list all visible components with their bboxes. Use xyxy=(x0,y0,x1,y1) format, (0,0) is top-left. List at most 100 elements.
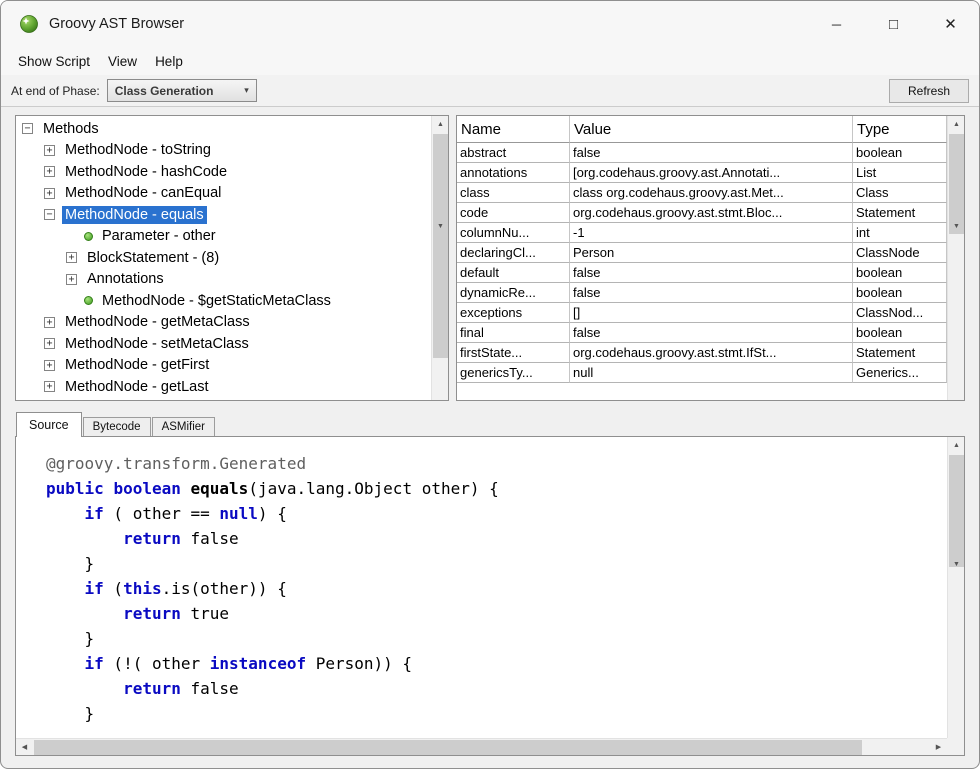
leaf-node-icon xyxy=(84,232,93,241)
tree-node-parameter-other[interactable]: Parameter - other xyxy=(16,226,431,248)
table-cell: boolean xyxy=(853,323,947,343)
column-header-value[interactable]: Value xyxy=(570,116,853,143)
tree-node-methodnode-getlast[interactable]: +MethodNode - getLast xyxy=(16,376,431,398)
source-hscrollbar-thumb[interactable] xyxy=(34,740,862,755)
table-cell: declaringCl... xyxy=(457,243,570,263)
table-row[interactable]: defaultfalseboolean xyxy=(457,263,947,283)
tree-node-annotations[interactable]: + Annotations xyxy=(16,269,431,291)
toolbar: At end of Phase: Class Generation ▾ Refr… xyxy=(1,75,979,107)
minimize-button[interactable]: ─ xyxy=(808,1,865,47)
tree-node-label: Annotations xyxy=(84,270,167,288)
tree-node-methodnode-setmetaclass[interactable]: + MethodNode - setMetaClass xyxy=(16,333,431,355)
code-line: @groovy.transform.Generated xyxy=(46,451,947,476)
table-cell: genericsTy... xyxy=(457,363,570,383)
tree-node-methodnode-canequal[interactable]: +MethodNode - canEqual xyxy=(16,183,431,205)
table-cell: int xyxy=(853,223,947,243)
scroll-down-icon: ▼ xyxy=(953,223,960,230)
tree-node-methodnode-tostring[interactable]: + MethodNode - toString xyxy=(16,140,431,162)
table-cell: boolean xyxy=(853,283,947,303)
collapse-icon[interactable]: − xyxy=(44,209,55,220)
expand-icon[interactable]: + xyxy=(44,166,55,177)
expand-icon[interactable]: + xyxy=(44,360,55,371)
title-bar[interactable]: Groovy AST Browser ─ □ ✕ xyxy=(1,1,979,47)
scroll-left-icon: ◀ xyxy=(22,744,27,751)
table-cell: false xyxy=(570,263,853,283)
table-cell: abstract xyxy=(457,143,570,163)
main-area: −Methods+MethodNode - toString+MethodNod… xyxy=(1,107,979,768)
menu-show-script[interactable]: Show Script xyxy=(9,50,99,73)
tree-node-blockstatement-8[interactable]: +BlockStatement - (8) xyxy=(16,247,431,269)
table-cell: false xyxy=(570,283,853,303)
table-row[interactable]: genericsTy...nullGenerics... xyxy=(457,363,947,383)
tree-vertical-scrollbar[interactable]: ▲ ▼ xyxy=(431,116,448,400)
table-row[interactable]: abstractfalseboolean xyxy=(457,143,947,163)
scroll-down-button[interactable]: ▼ xyxy=(948,115,965,400)
table-row[interactable]: firstState...org.codehaus.groovy.ast.stm… xyxy=(457,343,947,363)
expand-icon[interactable]: + xyxy=(66,252,77,263)
tree-node-label: MethodNode - setMetaClass xyxy=(62,335,252,353)
tree-node-methods[interactable]: −Methods xyxy=(16,118,431,140)
table-cell: List xyxy=(853,163,947,183)
tree-node-methodnode-hashcode[interactable]: + MethodNode - hashCode xyxy=(16,161,431,183)
phase-combobox[interactable]: Class Generation ▾ xyxy=(107,79,257,102)
table-row[interactable]: codeorg.codehaus.groovy.ast.stmt.Bloc...… xyxy=(457,203,947,223)
table-row[interactable]: dynamicRe...falseboolean xyxy=(457,283,947,303)
tab-source[interactable]: Source xyxy=(16,412,82,437)
code-line: } xyxy=(46,626,947,651)
scroll-down-button[interactable]: ▼ xyxy=(432,115,449,400)
table-cell: false xyxy=(570,323,853,343)
table-row[interactable]: declaringCl...PersonClassNode xyxy=(457,243,947,263)
table-cell: Statement xyxy=(853,203,947,223)
table-cell: Generics... xyxy=(853,363,947,383)
table-header: NameValueType xyxy=(457,116,947,143)
table-row[interactable]: annotations[org.codehaus.groovy.ast.Anno… xyxy=(457,163,947,183)
table-row[interactable]: exceptions[]ClassNod... xyxy=(457,303,947,323)
bottom-pane: SourceBytecodeASMifier @groovy.transform… xyxy=(15,409,965,756)
table-vertical-scrollbar[interactable]: ▲ ▼ xyxy=(947,116,964,400)
collapse-icon[interactable]: − xyxy=(22,123,33,134)
expand-icon[interactable]: + xyxy=(44,317,55,328)
table-row[interactable]: columnNu...-1int xyxy=(457,223,947,243)
menu-view[interactable]: View xyxy=(99,50,146,73)
tree-node-methodnode-equals[interactable]: −MethodNode - equals xyxy=(16,204,431,226)
tree-node-label: MethodNode - toString xyxy=(62,141,214,159)
code-line: } xyxy=(46,701,947,726)
tab-asmifier[interactable]: ASMifier xyxy=(152,417,215,436)
scrollbar-corner xyxy=(947,738,964,755)
expand-icon[interactable]: + xyxy=(44,145,55,156)
expand-icon[interactable]: + xyxy=(44,381,55,392)
expand-icon[interactable]: + xyxy=(44,188,55,199)
tab-bytecode[interactable]: Bytecode xyxy=(83,417,151,436)
table-cell: Statement xyxy=(853,343,947,363)
source-horizontal-scrollbar[interactable]: ◀ ▶ xyxy=(16,738,947,755)
scroll-down-icon: ▼ xyxy=(437,223,444,230)
tree-node-label: MethodNode - hashCode xyxy=(62,163,230,181)
table-cell: default xyxy=(457,263,570,283)
menu-bar: Show ScriptViewHelp xyxy=(1,47,979,75)
table-cell: exceptions xyxy=(457,303,570,323)
code-line: if ( other == null) { xyxy=(46,501,947,526)
tree-node-label: MethodNode - equals xyxy=(62,206,207,224)
source-vertical-scrollbar[interactable]: ▲ ▼ xyxy=(947,437,964,738)
menu-help[interactable]: Help xyxy=(146,50,192,73)
leaf-node-icon xyxy=(84,296,93,305)
maximize-button[interactable]: □ xyxy=(865,1,922,47)
scroll-down-button[interactable]: ▼ xyxy=(948,436,965,738)
scroll-left-button[interactable]: ◀ xyxy=(16,739,33,756)
table-row[interactable]: classclass org.codehaus.groovy.ast.Met..… xyxy=(457,183,947,203)
scroll-right-button[interactable]: ▶ xyxy=(930,739,947,756)
tree-node-label: MethodNode - getMetaClass xyxy=(62,313,253,331)
table-row[interactable]: finalfalseboolean xyxy=(457,323,947,343)
column-header-name[interactable]: Name xyxy=(457,116,570,143)
expand-icon[interactable]: + xyxy=(44,338,55,349)
refresh-button[interactable]: Refresh xyxy=(889,79,969,103)
code-line: return true xyxy=(46,601,947,626)
close-button[interactable]: ✕ xyxy=(922,1,979,47)
expand-icon[interactable]: + xyxy=(66,274,77,285)
close-icon: ✕ xyxy=(944,15,957,33)
tree-node-methodnode-getmetaclass[interactable]: + MethodNode - getMetaClass xyxy=(16,312,431,334)
table-cell: firstState... xyxy=(457,343,570,363)
tree-node-methodnode-getstaticmetaclass[interactable]: MethodNode - $getStaticMetaClass xyxy=(16,290,431,312)
column-header-type[interactable]: Type xyxy=(853,116,947,143)
tree-node-methodnode-getfirst[interactable]: +MethodNode - getFirst xyxy=(16,355,431,377)
